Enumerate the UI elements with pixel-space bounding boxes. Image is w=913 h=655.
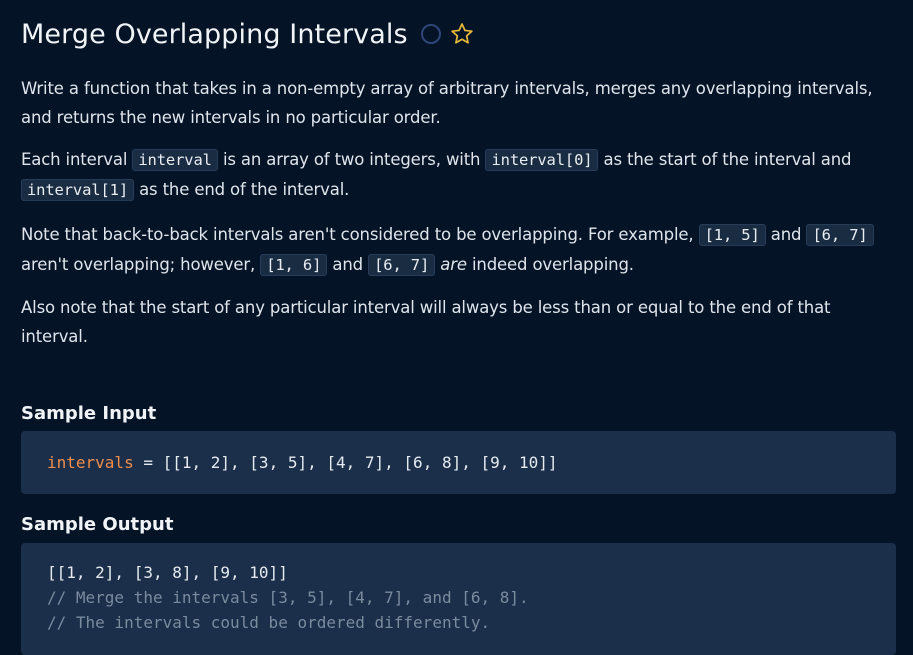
inline-code: interval[1] — [21, 179, 134, 201]
code-comment: // The intervals could be ordered differ… — [47, 613, 491, 632]
text: Each interval — [21, 150, 133, 169]
text: is an array of two integers, with — [217, 150, 486, 169]
text: Note that back-to-back intervals aren't … — [21, 225, 699, 244]
inline-code: [1, 6] — [260, 254, 328, 276]
code-line: intervals = [[1, 2], [3, 5], [4, 7], [6,… — [47, 450, 870, 475]
inline-code: interval — [132, 149, 218, 171]
text: indeed overlapping. — [466, 255, 634, 274]
sample-output-heading: Sample Output — [21, 514, 174, 535]
star-icon[interactable] — [449, 21, 475, 47]
description-paragraph-2: Each interval interval is an array of tw… — [21, 145, 896, 205]
problem-page: Merge Overlapping Intervals Write a func… — [0, 0, 913, 655]
problem-title: Merge Overlapping Intervals — [21, 18, 408, 50]
inline-code: [6, 7] — [368, 254, 436, 276]
inline-code: interval[0] — [485, 149, 599, 171]
sample-input-code-block: intervals = [[1, 2], [3, 5], [4, 7], [6,… — [21, 431, 896, 494]
code-line: [[1, 2], [3, 8], [9, 10]] — [47, 563, 288, 582]
inline-code: [1, 5] — [698, 224, 766, 246]
sample-output-code-block: [[1, 2], [3, 8], [9, 10]] // Merge the i… — [21, 543, 896, 655]
code-text: = [[1, 2], [3, 5], [4, 7], [6, 8], [9, 1… — [133, 453, 558, 472]
emphasis-text: are — [440, 255, 467, 274]
sample-input-heading: Sample Input — [21, 403, 157, 424]
text: aren't overlapping; however, — [21, 255, 261, 274]
text: as the end of the interval. — [134, 180, 350, 199]
code-comment: // Merge the intervals [3, 5], [4, 7], a… — [47, 588, 529, 607]
title-row: Merge Overlapping Intervals — [21, 14, 896, 54]
inline-code: [6, 7] — [806, 224, 874, 246]
description-paragraph-4: Also note that the start of any particul… — [21, 298, 831, 346]
circle-icon[interactable] — [420, 24, 441, 44]
description-paragraph-1: Write a function that takes in a non-emp… — [21, 79, 873, 127]
text: and — [327, 255, 369, 274]
variable-name: intervals — [47, 453, 134, 472]
text: as the start of the interval and — [598, 150, 852, 169]
description-paragraph-3: Note that back-to-back intervals aren't … — [21, 220, 896, 280]
text: and — [765, 225, 807, 244]
